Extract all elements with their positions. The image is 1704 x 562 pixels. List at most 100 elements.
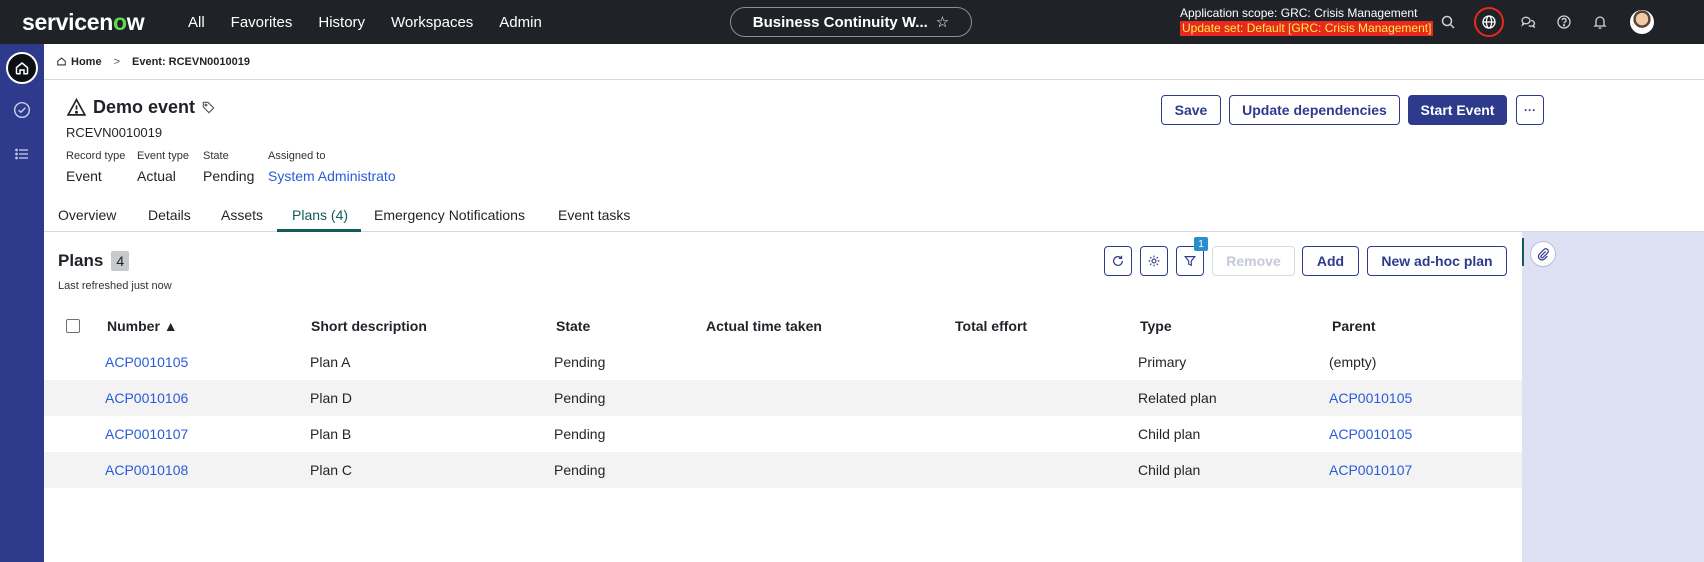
field-event-type: Event type Actual [137, 150, 189, 184]
last-refreshed: Last refreshed just now [58, 280, 172, 292]
plan-number-link[interactable]: ACP0010106 [105, 390, 188, 406]
plan-type: Child plan [1138, 462, 1201, 478]
refresh-icon[interactable] [1104, 246, 1132, 276]
plan-number-link[interactable]: ACP0010107 [105, 426, 188, 442]
plan-parent-link[interactable]: ACP0010105 [1329, 390, 1412, 406]
remove-button[interactable]: Remove [1212, 246, 1295, 276]
sidebar-active-indicator [1522, 238, 1524, 266]
top-navigation-bar: servicenow All Favorites History Workspa… [0, 0, 1704, 44]
plans-heading: Plans [58, 251, 104, 270]
list-icon[interactable] [12, 144, 32, 164]
plan-parent-link[interactable]: ACP0010105 [1329, 426, 1412, 442]
field-label: Record type [66, 150, 126, 162]
star-icon[interactable]: ☆ [936, 13, 949, 31]
breadcrumb-separator: > [113, 55, 120, 68]
column-header-state[interactable]: State [556, 318, 590, 334]
scope-label: Application scope: GRC: Crisis Managemen… [1180, 6, 1418, 20]
home-small-icon [57, 57, 66, 66]
warning-icon [66, 97, 87, 116]
start-event-button[interactable]: Start Event [1408, 95, 1507, 125]
add-button[interactable]: Add [1302, 246, 1359, 276]
tab-assets[interactable]: Assets [221, 207, 263, 223]
record-title: Demo event [66, 97, 216, 118]
nav-all[interactable]: All [188, 14, 205, 31]
left-rail [0, 44, 44, 562]
avatar[interactable] [1630, 10, 1654, 34]
top-nav-menu: All Favorites History Workspaces Admin [174, 14, 542, 31]
search-icon[interactable] [1438, 12, 1458, 32]
field-label: State [203, 150, 229, 162]
plan-parent-link[interactable]: ACP0010107 [1329, 462, 1412, 478]
home-icon[interactable] [6, 52, 38, 84]
field-value: Event [66, 168, 102, 184]
column-header-type[interactable]: Type [1140, 318, 1172, 334]
plan-parent: (empty) [1329, 354, 1377, 370]
record-tabs: Overview Details Assets Plans (4) Emerge… [44, 200, 1704, 232]
nav-favorites[interactable]: Favorites [231, 14, 293, 31]
servicenow-logo[interactable]: servicenow [22, 9, 174, 36]
gear-icon[interactable] [1140, 246, 1168, 276]
plan-short-description: Plan A [310, 354, 351, 370]
record-title-text: Demo event [93, 97, 196, 117]
workspace-pill[interactable]: Business Continuity W... ☆ [730, 7, 972, 37]
tab-overview[interactable]: Overview [58, 207, 116, 223]
plan-state: Pending [554, 426, 606, 442]
plan-type: Child plan [1138, 426, 1201, 442]
nav-admin[interactable]: Admin [499, 14, 542, 31]
table-row: ACP0010108 Plan C Pending Child plan ACP… [44, 452, 1522, 488]
help-icon[interactable] [1554, 12, 1574, 32]
field-record-type: Record type Event [66, 150, 125, 184]
field-label: Assigned to [268, 150, 326, 162]
check-circle-icon[interactable] [12, 100, 32, 120]
update-set-label[interactable]: Update set: Default [GRC: Crisis Managem… [1180, 21, 1434, 36]
column-header-actual-time-taken[interactable]: Actual time taken [706, 318, 822, 334]
plan-number-link[interactable]: ACP0010105 [105, 354, 188, 370]
plan-short-description: Plan D [310, 390, 353, 406]
breadcrumb-home[interactable]: Home [56, 56, 102, 68]
table-header-row: Number ▲ Short description State Actual … [44, 308, 1522, 344]
nav-history[interactable]: History [318, 14, 365, 31]
new-adhoc-plan-button[interactable]: New ad-hoc plan [1367, 246, 1507, 276]
tab-plans[interactable]: Plans (4) [292, 207, 348, 223]
assigned-to-link[interactable]: System Administrato [268, 168, 396, 184]
right-sidebar [1522, 232, 1704, 562]
nav-workspaces[interactable]: Workspaces [391, 14, 473, 31]
paperclip-icon[interactable] [1530, 241, 1556, 267]
column-header-number[interactable]: Number ▲ [107, 318, 178, 334]
plan-short-description: Plan B [310, 426, 352, 442]
application-scope: Application scope: GRC: Crisis Managemen… [1180, 6, 1434, 36]
chat-icon[interactable] [1518, 12, 1538, 32]
plans-title: Plans 4 [58, 251, 130, 271]
field-state: State Pending [203, 150, 254, 184]
plan-state: Pending [554, 354, 606, 370]
tab-emergency-notifications[interactable]: Emergency Notifications [374, 207, 525, 223]
filter-count-badge: 1 [1194, 237, 1208, 251]
column-header-total-effort[interactable]: Total effort [955, 318, 1027, 334]
plan-state: Pending [554, 390, 606, 406]
update-dependencies-button[interactable]: Update dependencies [1229, 95, 1400, 125]
tab-details[interactable]: Details [148, 207, 191, 223]
plan-type: Primary [1138, 354, 1187, 370]
field-label: Event type [137, 150, 189, 162]
tag-icon[interactable] [201, 100, 216, 115]
column-header-parent[interactable]: Parent [1332, 318, 1376, 334]
save-button[interactable]: Save [1161, 95, 1221, 125]
field-value: Actual [137, 168, 176, 184]
field-assigned-to: Assigned to System Administrato [268, 150, 396, 184]
tab-event-tasks[interactable]: Event tasks [558, 207, 630, 223]
top-icon-group [1438, 0, 1654, 44]
more-actions-button[interactable]: ··· [1516, 95, 1544, 125]
breadcrumb-current: Event: RCEVN0010019 [132, 55, 251, 68]
globe-icon[interactable] [1474, 7, 1504, 37]
plan-number-link[interactable]: ACP0010108 [105, 462, 188, 478]
plan-state: Pending [554, 462, 606, 478]
breadcrumb: Home > Event: RCEVN0010019 [44, 44, 1704, 80]
plans-count-badge: 4 [111, 251, 130, 271]
column-header-short-description[interactable]: Short description [311, 318, 427, 334]
bell-icon[interactable] [1590, 12, 1610, 32]
table-row: ACP0010107 Plan B Pending Child plan ACP… [44, 416, 1522, 452]
workspace-name: Business Continuity W... [752, 13, 928, 31]
select-all-checkbox[interactable] [66, 319, 80, 333]
table-row: ACP0010105 Plan A Pending Primary (empty… [44, 344, 1522, 380]
table-row: ACP0010106 Plan D Pending Related plan A… [44, 380, 1522, 416]
